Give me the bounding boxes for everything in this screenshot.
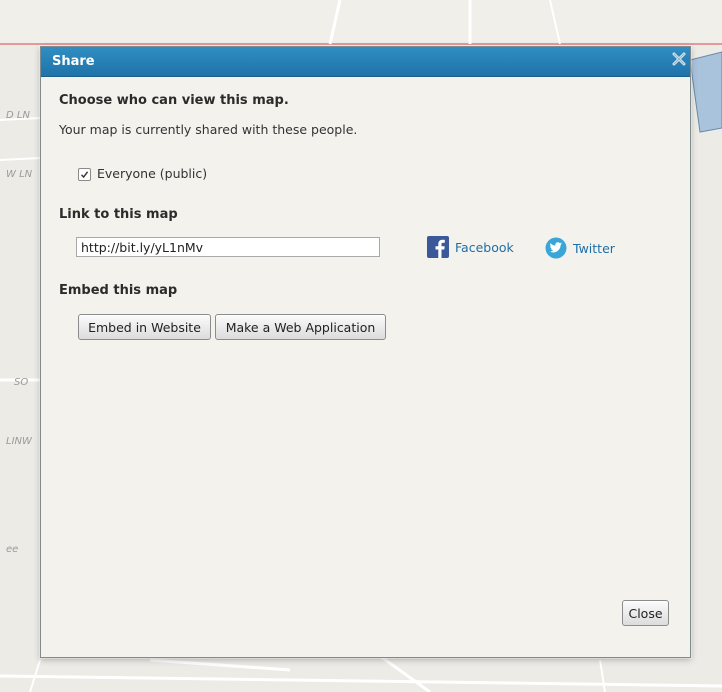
map-label: LINW <box>6 436 32 447</box>
view-heading: Choose who can view this map. <box>59 93 289 108</box>
checkmark-icon <box>80 171 89 179</box>
map-label: W LN <box>6 169 33 180</box>
map-label: SO <box>14 377 29 388</box>
embed-heading: Embed this map <box>59 283 178 298</box>
twitter-label: Twitter <box>573 240 615 256</box>
everyone-checkbox[interactable] <box>78 168 91 181</box>
twitter-share[interactable]: Twitter <box>545 237 615 259</box>
shared-description: Your map is currently shared with these … <box>59 122 358 137</box>
dialog-titlebar[interactable]: Share <box>41 47 690 77</box>
close-button[interactable]: Close <box>622 600 669 626</box>
twitter-icon <box>545 237 567 259</box>
facebook-icon <box>427 236 449 258</box>
close-icon[interactable] <box>670 50 688 68</box>
map-label: D LN <box>6 110 30 121</box>
share-dialog: Share Choose who can view this map. Your… <box>40 46 691 658</box>
everyone-label[interactable]: Everyone (public) <box>97 166 207 181</box>
link-heading: Link to this map <box>59 207 178 222</box>
make-web-app-button[interactable]: Make a Web Application <box>215 314 386 340</box>
embed-website-button[interactable]: Embed in Website <box>78 314 211 340</box>
facebook-share[interactable]: Facebook <box>427 236 514 258</box>
facebook-label: Facebook <box>455 239 514 255</box>
map-label: ee <box>6 544 19 555</box>
share-link-input[interactable] <box>76 237 380 257</box>
dialog-title: Share <box>52 54 95 69</box>
